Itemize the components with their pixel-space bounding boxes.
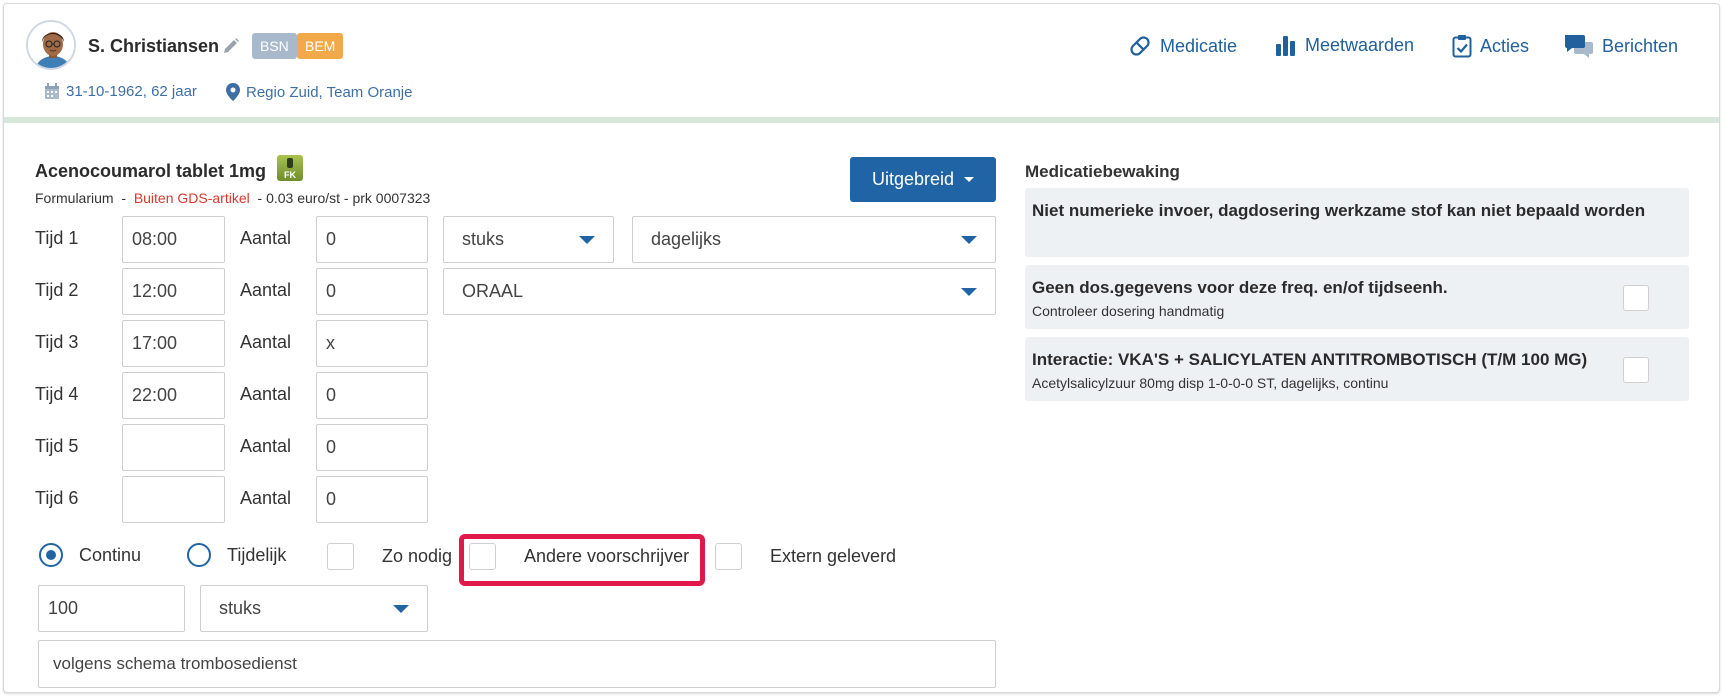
tijd-4-input[interactable]: 22:00	[122, 372, 225, 419]
unit-select[interactable]: stuks	[443, 216, 614, 263]
instructions-input[interactable]: volgens schema trombosedienst	[38, 640, 996, 688]
region-text: Regio Zuid, Team Oranje	[246, 83, 413, 101]
drug-sub-separator: -	[121, 190, 127, 206]
chevron-down-icon	[393, 604, 409, 613]
edit-pencil-icon[interactable]	[221, 36, 241, 56]
aantal-3-input[interactable]: x	[316, 320, 428, 367]
uitgebreid-label: Uitgebreid	[871, 169, 955, 189]
aantal-4-input[interactable]: 0	[316, 372, 428, 419]
frequency-select-value: dagelijks	[651, 229, 722, 249]
bar-chart-icon	[1276, 36, 1295, 56]
aantal-4-label: Aantal	[240, 384, 292, 404]
aantal-1-label: Aantal	[240, 228, 292, 248]
aantal-5-input[interactable]: 0	[316, 424, 428, 471]
radio-selected-dot	[46, 550, 56, 560]
patient-region: Regio Zuid, Team Oranje	[226, 83, 412, 101]
chevron-down-icon	[961, 235, 977, 244]
gds-warning: Buiten GDS-artikel	[133, 190, 250, 206]
bsn-badge: BSN	[252, 33, 297, 59]
zo-nodig-option[interactable]: Zo nodig	[327, 543, 452, 570]
aantal-2-input[interactable]: 0	[316, 268, 428, 315]
bewaking-acknowledge-checkbox[interactable]	[1623, 357, 1649, 383]
bewaking-item-title: Interactie: VKA'S + SALICYLATEN ANTITROM…	[1032, 350, 1588, 369]
calendar-icon	[45, 83, 59, 99]
header-divider	[4, 117, 1719, 123]
unit-select-value: stuks	[462, 229, 505, 249]
tijd-5-label: Tijd 5	[35, 436, 79, 456]
farmacotherapeutisch-kompas-logo[interactable]: FK	[277, 155, 303, 181]
chat-bubbles-icon	[1565, 35, 1593, 58]
tijd-3-input[interactable]: 17:00	[122, 320, 225, 367]
nav-acties-label: Acties	[1480, 35, 1530, 56]
drug-title: Acenocoumarol tablet 1mg	[35, 161, 267, 181]
extern-geleverd-option[interactable]: Extern geleverd	[715, 543, 896, 570]
route-select-value: ORAAL	[462, 281, 524, 301]
nav-medicatie-label: Medicatie	[1160, 35, 1238, 56]
avatar	[26, 20, 76, 70]
nav-acties[interactable]: Acties	[1452, 34, 1529, 58]
chevron-down-icon	[964, 177, 975, 182]
extern-geleverd-checkbox[interactable]	[715, 543, 742, 570]
bewaking-item-title: Niet numerieke invoer, dagdosering werkz…	[1032, 201, 1646, 220]
tijd-1-label: Tijd 1	[35, 228, 79, 248]
bewaking-item-detail: Controleer dosering handmatig	[1032, 303, 1225, 319]
nav-medicatie[interactable]: Medicatie	[1128, 34, 1237, 58]
continu-option[interactable]: Continu	[39, 543, 141, 567]
clipboard-check-icon	[1452, 35, 1472, 58]
uitgebreid-button[interactable]: Uitgebreid	[850, 157, 996, 202]
tijd-1-input[interactable]: 08:00	[122, 216, 225, 263]
formularium-label: Formularium	[35, 190, 114, 206]
chevron-down-icon	[961, 287, 977, 296]
aantal-6-label: Aantal	[240, 488, 292, 508]
tijd-2-input[interactable]: 12:00	[122, 268, 225, 315]
tijdelijk-option[interactable]: Tijdelijk	[187, 543, 286, 567]
frequency-select[interactable]: dagelijks	[632, 216, 996, 263]
tijd-6-label: Tijd 6	[35, 488, 79, 508]
total-unit-select-value: stuks	[219, 598, 262, 618]
bewaking-item-title: Geen dos.gegevens voor deze freq. en/of …	[1032, 278, 1448, 297]
nav-meetwaarden[interactable]: Meetwaarden	[1275, 34, 1414, 56]
zo-nodig-checkbox[interactable]	[327, 543, 354, 570]
aantal-5-label: Aantal	[240, 436, 292, 456]
tijd-3-label: Tijd 3	[35, 332, 79, 352]
zo-nodig-label: Zo nodig	[382, 546, 453, 566]
nav-meetwaarden-label: Meetwaarden	[1305, 34, 1415, 55]
bewaking-acknowledge-checkbox[interactable]	[1623, 285, 1649, 311]
aantal-6-input[interactable]: 0	[316, 476, 428, 523]
tijd-6-input[interactable]	[122, 476, 225, 523]
highlight-box	[459, 534, 705, 586]
tijd-4-label: Tijd 4	[35, 384, 79, 404]
continu-label: Continu	[79, 544, 142, 565]
tijdelijk-radio[interactable]	[187, 543, 211, 567]
patient-header: S. Christiansen BSN BEM 31-10-1962, 62 j…	[4, 4, 1719, 118]
bewaking-item: Geen dos.gegevens voor deze freq. en/of …	[1025, 265, 1689, 329]
continu-radio[interactable]	[39, 543, 63, 567]
app-window: S. Christiansen BSN BEM 31-10-1962, 62 j…	[3, 3, 1720, 693]
aantal-2-label: Aantal	[240, 280, 292, 300]
bewaking-item-detail: Acetylsalicylzuur 80mg disp 1-0-0-0 ST, …	[1032, 375, 1389, 391]
nav-berichten-label: Berichten	[1602, 35, 1679, 56]
map-pin-icon	[226, 83, 240, 101]
aantal-3-label: Aantal	[240, 332, 292, 352]
total-quantity-input[interactable]: 100	[38, 585, 185, 632]
pill-icon	[1130, 36, 1150, 56]
dob-text: 31-10-1962, 62 jaar	[66, 83, 197, 100]
nav-berichten[interactable]: Berichten	[1564, 34, 1678, 58]
drug-subtitle: Formularium - Buiten GDS-artikel - 0.03 …	[35, 190, 430, 206]
bewaking-item: Niet numerieke invoer, dagdosering werkz…	[1025, 188, 1689, 257]
drug-price: - 0.03 euro/st - prk 0007323	[257, 190, 431, 206]
aantal-1-input[interactable]: 0	[316, 216, 428, 263]
bem-badge: BEM	[297, 33, 344, 59]
tijdelijk-label: Tijdelijk	[227, 544, 287, 565]
medicatiebewaking-title: Medicatiebewaking	[1025, 162, 1180, 181]
route-select[interactable]: ORAAL	[443, 268, 996, 315]
chevron-down-icon	[579, 235, 595, 244]
tijd-5-input[interactable]	[122, 424, 225, 471]
total-unit-select[interactable]: stuks	[200, 585, 428, 632]
bewaking-item: Interactie: VKA'S + SALICYLATEN ANTITROM…	[1025, 337, 1689, 401]
tijd-2-label: Tijd 2	[35, 280, 79, 300]
patient-dob: 31-10-1962, 62 jaar	[44, 83, 197, 100]
patient-name: S. Christiansen	[88, 36, 220, 56]
extern-geleverd-label: Extern geleverd	[770, 546, 897, 566]
